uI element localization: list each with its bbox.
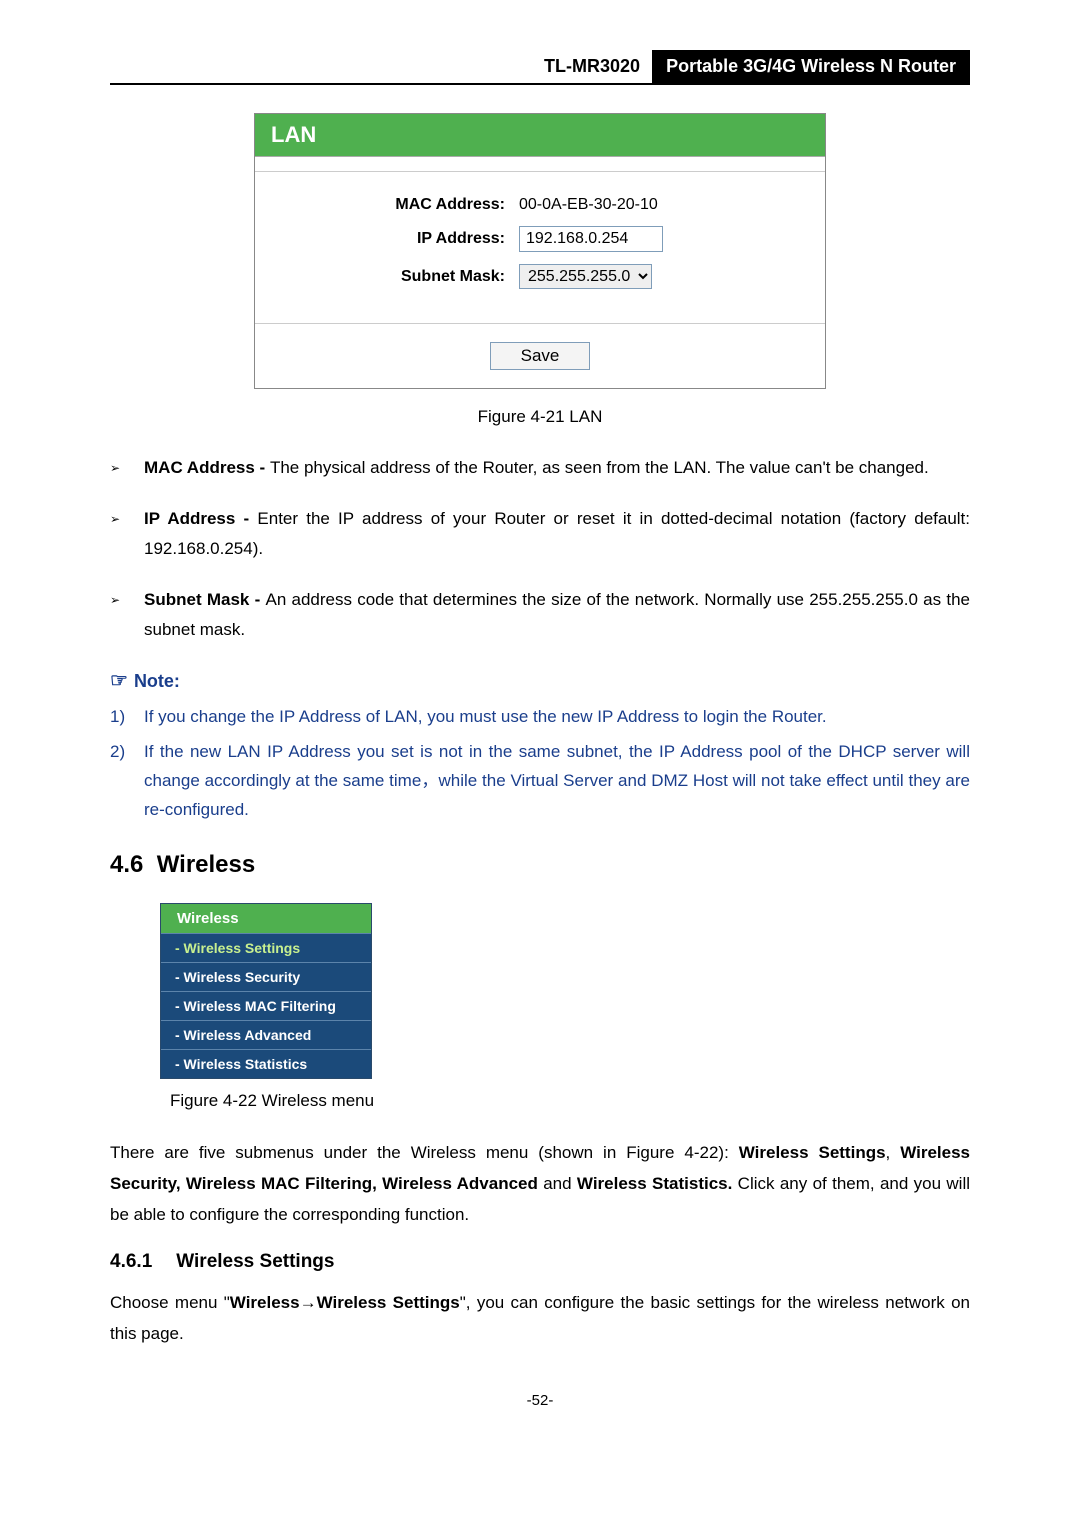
- menu-item-wireless-settings[interactable]: - Wireless Settings: [161, 933, 371, 962]
- figure-4-21-caption: Figure 4-21 LAN: [110, 407, 970, 427]
- triangle-bullet-icon: ➢: [110, 585, 144, 646]
- wireless-menu-header[interactable]: Wireless: [161, 904, 371, 933]
- note-text: If the new LAN IP Address you set is not…: [144, 738, 970, 825]
- mac-address-value: 00-0A-EB-30-20-10: [519, 196, 658, 214]
- section-4-6-heading: 4.6 Wireless: [110, 851, 970, 879]
- pointing-hand-icon: ☞: [110, 670, 128, 692]
- document-header: TL-MR3020 Portable 3G/4G Wireless N Rout…: [110, 50, 970, 85]
- page-number: -52-: [110, 1392, 970, 1409]
- product-label: Portable 3G/4G Wireless N Router: [652, 50, 970, 83]
- model-label: TL-MR3020: [532, 50, 652, 83]
- menu-item-wireless-statistics[interactable]: - Wireless Statistics: [161, 1049, 371, 1078]
- wireless-intro-paragraph: There are five submenus under the Wirele…: [110, 1137, 970, 1231]
- note-number: 1): [110, 703, 144, 732]
- note-number: 2): [110, 738, 144, 825]
- note-text: If you change the IP Address of LAN, you…: [144, 703, 970, 732]
- menu-item-wireless-mac-filtering[interactable]: - Wireless MAC Filtering: [161, 991, 371, 1020]
- bullet-mac: ➢ MAC Address - The physical address of …: [110, 453, 970, 484]
- mac-address-label: MAC Address:: [285, 196, 519, 214]
- lan-panel-title: LAN: [255, 114, 825, 156]
- note-heading: ☞Note:: [110, 668, 970, 693]
- ip-address-label: IP Address:: [285, 230, 519, 248]
- definition-list: ➢ MAC Address - The physical address of …: [110, 453, 970, 646]
- lan-panel: LAN MAC Address: 00-0A-EB-30-20-10 IP Ad…: [254, 113, 826, 389]
- bullet-ip: ➢ IP Address - Enter the IP address of y…: [110, 504, 970, 565]
- subnet-mask-select[interactable]: 255.255.255.0: [519, 264, 652, 289]
- menu-item-wireless-advanced[interactable]: - Wireless Advanced: [161, 1020, 371, 1049]
- note-list: 1) If you change the IP Address of LAN, …: [110, 703, 970, 825]
- wireless-menu: Wireless - Wireless Settings - Wireless …: [160, 903, 372, 1079]
- save-button[interactable]: Save: [490, 342, 591, 370]
- wireless-settings-paragraph: Choose menu "Wireless→Wireless Settings"…: [110, 1287, 970, 1350]
- divider: [255, 156, 825, 172]
- section-4-6-1-heading: 4.6.1Wireless Settings: [110, 1251, 970, 1273]
- triangle-bullet-icon: ➢: [110, 504, 144, 565]
- ip-address-input[interactable]: [519, 226, 663, 252]
- menu-item-wireless-security[interactable]: - Wireless Security: [161, 962, 371, 991]
- subnet-mask-label: Subnet Mask:: [285, 268, 519, 286]
- triangle-bullet-icon: ➢: [110, 453, 144, 484]
- figure-4-22-caption: Figure 4-22 Wireless menu: [170, 1091, 970, 1111]
- bullet-subnet: ➢ Subnet Mask - An address code that det…: [110, 585, 970, 646]
